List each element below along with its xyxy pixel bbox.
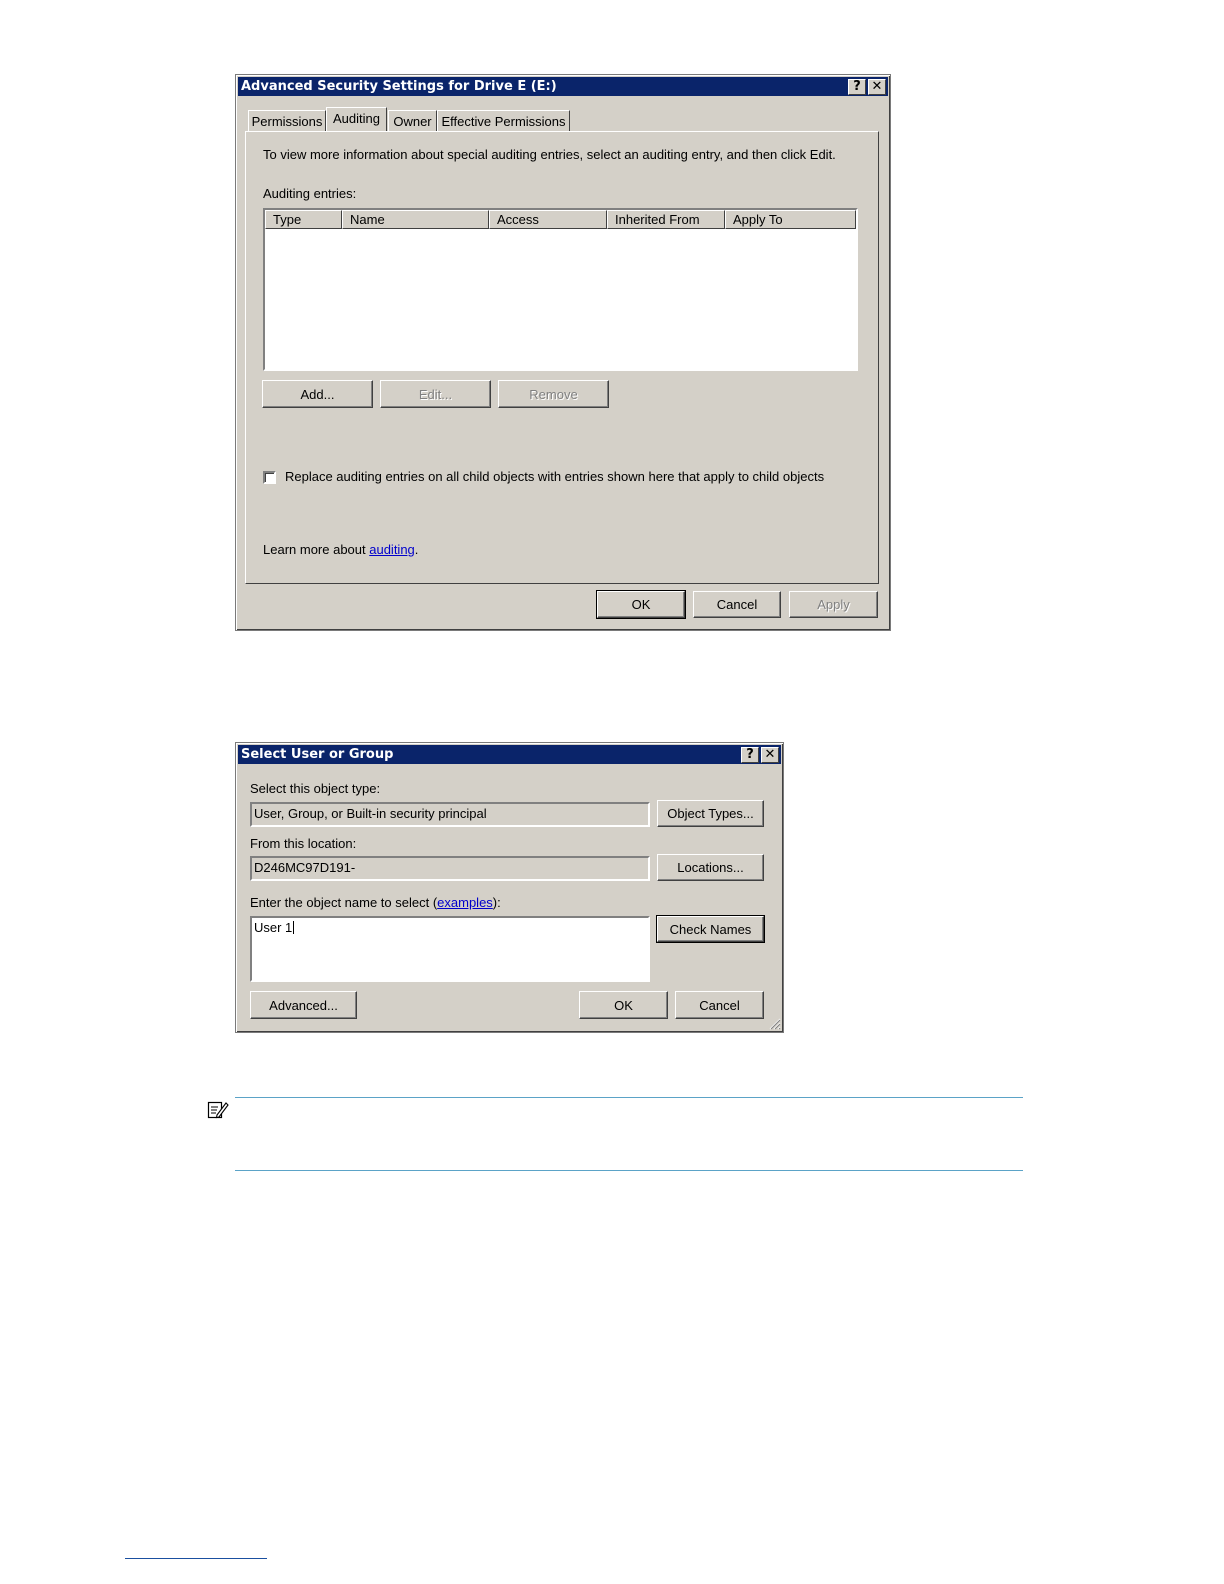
tab-auditing[interactable]: Auditing — [326, 107, 387, 131]
learn-more-prefix: Learn more about — [263, 542, 370, 557]
text-caret — [293, 921, 295, 934]
tab-label: Owner — [393, 114, 432, 129]
tab-label: Auditing — [333, 111, 380, 126]
note-bottom-rule — [235, 1170, 1023, 1171]
remove-button-label: Remove — [529, 386, 578, 402]
auditing-link[interactable]: auditing — [369, 542, 415, 557]
object-type-label: Select this object type: — [250, 781, 381, 796]
object-type-field: User, Group, or Built-in security princi… — [250, 802, 650, 827]
object-name-input[interactable]: User 1 — [250, 916, 650, 982]
select-cancel-button[interactable]: Cancel — [675, 991, 764, 1019]
tab-effective-permissions[interactable]: Effective Permissions — [437, 110, 570, 132]
ok-button[interactable]: OK — [596, 590, 686, 619]
column-header-apply-to[interactable]: Apply To — [725, 210, 856, 229]
object-name-value: User 1 — [254, 920, 293, 935]
column-header-inherited-from[interactable]: Inherited From — [607, 210, 725, 229]
note-icon — [207, 1101, 229, 1119]
footer-rule — [125, 1558, 267, 1559]
edit-button[interactable]: Edit... — [380, 380, 491, 408]
auditing-entries-list[interactable]: Type Name Access Inherited From Apply To — [263, 208, 858, 371]
apply-button[interactable]: Apply — [789, 591, 878, 618]
auditing-entries-label: Auditing entries: — [263, 186, 357, 201]
apply-button-label: Apply — [817, 597, 850, 612]
object-types-button[interactable]: Object Types... — [657, 800, 764, 827]
object-name-label: Enter the object name to select (example… — [250, 895, 501, 910]
dialog-title: Advanced Security Settings for Drive E (… — [241, 79, 557, 94]
add-button-label: Add... — [300, 386, 335, 402]
select-user-group-titlebar: Select User or Group ? ✕ — [238, 745, 781, 764]
select-ok-button[interactable]: OK — [579, 991, 668, 1019]
help-button[interactable]: ? — [741, 746, 759, 763]
help-button[interactable]: ? — [848, 78, 866, 95]
object-name-label-suffix: ): — [492, 895, 501, 910]
auditing-instructions: To view more information about special a… — [263, 147, 836, 162]
object-name-label-prefix: Enter the object name to select ( — [250, 895, 438, 910]
check-names-button-label: Check Names — [669, 921, 752, 937]
replace-auditing-label[interactable]: Replace auditing entries on all child ob… — [285, 469, 824, 484]
close-button[interactable]: ✕ — [761, 746, 779, 763]
check-names-button[interactable]: Check Names — [656, 915, 765, 943]
column-header-access[interactable]: Access — [489, 210, 607, 229]
tab-label: Permissions — [251, 114, 323, 129]
note-top-rule — [235, 1097, 1023, 1098]
ok-button-label: OK — [631, 597, 651, 612]
select-ok-button-label: OK — [614, 997, 633, 1013]
tab-owner[interactable]: Owner — [388, 110, 437, 132]
tab-label: Effective Permissions — [441, 114, 566, 129]
cancel-button[interactable]: Cancel — [693, 591, 781, 618]
dialog-title: Select User or Group — [241, 747, 394, 762]
remove-button[interactable]: Remove — [498, 380, 609, 408]
location-field: D246MC97D191- — [250, 856, 650, 881]
replace-auditing-checkbox[interactable] — [263, 471, 276, 484]
advanced-security-titlebar: Advanced Security Settings for Drive E (… — [238, 77, 888, 96]
location-label: From this location: — [250, 836, 357, 851]
column-header-type[interactable]: Type — [265, 210, 342, 229]
close-button[interactable]: ✕ — [868, 78, 886, 95]
learn-more-suffix: . — [414, 542, 419, 557]
tab-permissions[interactable]: Permissions — [248, 110, 326, 132]
advanced-button[interactable]: Advanced... — [250, 991, 357, 1019]
locations-button[interactable]: Locations... — [657, 854, 764, 881]
examples-link[interactable]: examples — [437, 895, 493, 910]
select-cancel-button-label: Cancel — [699, 997, 740, 1013]
object-types-button-label: Object Types... — [667, 806, 754, 821]
resize-grip-icon[interactable] — [769, 1018, 781, 1030]
add-button[interactable]: Add... — [262, 380, 373, 408]
advanced-button-label: Advanced... — [269, 997, 338, 1013]
learn-more-text: Learn more about auditing. — [263, 542, 418, 557]
column-header-name[interactable]: Name — [342, 210, 489, 229]
cancel-button-label: Cancel — [716, 597, 758, 612]
edit-button-label: Edit... — [418, 386, 453, 402]
locations-button-label: Locations... — [677, 860, 744, 875]
